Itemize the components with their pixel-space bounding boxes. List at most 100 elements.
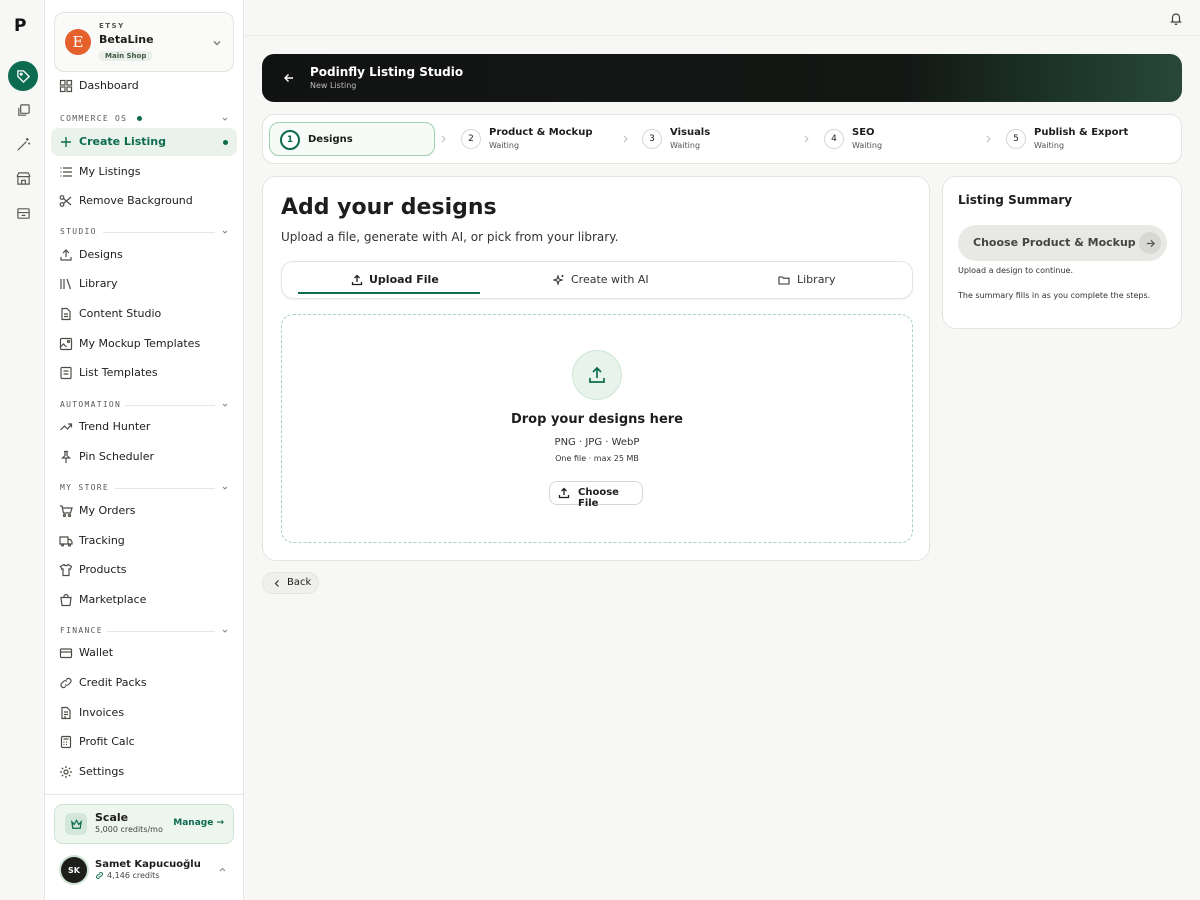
truck-icon [59, 536, 73, 547]
step-label: Designs [308, 134, 353, 145]
magic-wand-icon[interactable] [8, 129, 38, 159]
studio-banner: Podinfly Listing Studio New Listing [262, 54, 1182, 102]
sidebar-item-designs[interactable]: Designs [51, 241, 237, 269]
shop-switcher[interactable]: E ETSY BetaLine Main Shop [54, 12, 234, 72]
sidebar-item-label: List Templates [79, 366, 158, 379]
sidebar-item-my-orders[interactable]: My Orders [51, 497, 237, 525]
tab-label: Upload File [369, 273, 439, 286]
sidebar-item-library[interactable]: Library [51, 270, 237, 298]
choose-product-mockup-button[interactable]: Choose Product & Mockup [958, 225, 1167, 261]
store-icon[interactable] [8, 163, 38, 193]
drop-formats: PNG · JPG · WebP [554, 437, 640, 448]
sidebar-item-settings[interactable]: Settings [51, 758, 237, 786]
sidebar-item-label: Wallet [79, 646, 114, 659]
tab-library[interactable]: Library [702, 262, 892, 298]
sidebar-item-list-templates[interactable]: List Templates [51, 359, 237, 387]
archive-icon[interactable] [8, 198, 38, 228]
tab-create-with-ai[interactable]: Create with AI [500, 262, 690, 298]
step-status: Waiting [1034, 141, 1065, 150]
page-subtitle: New Listing [310, 81, 357, 90]
sidebar-item-invoices[interactable]: Invoices [51, 699, 237, 727]
step-number: 1 [280, 130, 300, 150]
plus-icon [61, 137, 71, 147]
crown-icon [65, 813, 87, 835]
divider [103, 232, 215, 233]
manage-plan-link[interactable]: Manage → [173, 818, 224, 828]
plan-credits: 5,000 credits/mo [95, 825, 163, 834]
gear-icon [60, 766, 72, 778]
section-automation[interactable]: AUTOMATION [60, 400, 121, 409]
upload-icon [572, 350, 622, 400]
sidebar-item-my-listings[interactable]: My Listings [51, 158, 237, 186]
sidebar-item-remove-background[interactable]: Remove Background [51, 187, 237, 215]
sidebar-item-label: Library [79, 277, 118, 290]
sidebar-item-label: My Mockup Templates [79, 337, 201, 350]
step-designs[interactable]: 1 Designs [269, 122, 435, 156]
arrow-left-icon[interactable] [282, 71, 296, 85]
drop-limit: One file · max 25 MB [555, 454, 639, 463]
chevron-right-icon [804, 135, 809, 143]
step-product-mockup[interactable]: 2 Product & Mockup Waiting [451, 122, 611, 156]
shop-platform: ETSY [99, 22, 125, 30]
listing-summary: Listing Summary Choose Product & Mockup … [942, 176, 1182, 329]
chevron-right-icon [623, 135, 628, 143]
sidebar-item-marketplace[interactable]: Marketplace [51, 586, 237, 614]
step-status: Waiting [670, 141, 701, 150]
tab-label: Create with AI [571, 273, 649, 286]
section-finance[interactable]: FINANCE [60, 626, 103, 635]
section-my-store[interactable]: MY STORE [60, 483, 109, 492]
image-edit-icon [59, 337, 73, 351]
sidebar-item-wallet[interactable]: Wallet [51, 639, 237, 667]
sidebar-item-create-listing[interactable]: Create Listing [51, 128, 237, 156]
plan-card: Scale 5,000 credits/mo Manage → [54, 804, 234, 844]
sidebar-item-dashboard[interactable]: Dashboard [51, 72, 237, 100]
divider [125, 405, 215, 406]
sidebar-item-label: Tracking [79, 534, 125, 547]
sidebar-item-label: Remove Background [79, 194, 193, 207]
tab-upload-file[interactable]: Upload File [292, 262, 482, 298]
shopping-bag-icon [60, 593, 72, 607]
layers-icon[interactable] [8, 95, 38, 125]
app-logo[interactable]: P [14, 16, 26, 36]
section-studio[interactable]: STUDIO [60, 227, 97, 236]
arrow-right-icon [1139, 232, 1161, 254]
bell-icon[interactable] [1169, 11, 1183, 25]
chevron-down-icon[interactable] [221, 228, 229, 236]
sidebar-item-tracking[interactable]: Tracking [51, 527, 237, 555]
shop-badge: Main Shop [99, 51, 153, 61]
sidebar-item-products[interactable]: Products [51, 556, 237, 584]
upload-icon [60, 249, 72, 261]
sidebar-item-content-studio[interactable]: Content Studio [51, 300, 237, 328]
button-label: Choose File [578, 487, 619, 509]
avatar: SK [61, 857, 87, 883]
page-title: Podinfly Listing Studio [310, 65, 464, 79]
sidebar-item-credit-packs[interactable]: Credit Packs [51, 669, 237, 697]
step-seo[interactable]: 4 SEO Waiting [814, 122, 974, 156]
wallet-icon [59, 648, 73, 659]
chevron-down-icon[interactable] [221, 484, 229, 492]
sidebar-item-pin-scheduler[interactable]: Pin Scheduler [51, 443, 237, 471]
library-icon [60, 278, 72, 290]
drop-zone[interactable]: Drop your designs here PNG · JPG · WebP … [281, 314, 913, 543]
chevron-right-icon [986, 135, 991, 143]
sidebar-item-label: Marketplace [79, 593, 147, 606]
step-publish-export[interactable]: 5 Publish & Export Waiting [996, 122, 1166, 156]
calculator-icon [60, 735, 72, 749]
sidebar-item-my-mockup-templates[interactable]: My Mockup Templates [51, 330, 237, 358]
sidebar-item-trend-hunter[interactable]: Trend Hunter [51, 413, 237, 441]
user-menu[interactable]: SK Samet Kapucuoğlu 4,146 credits [54, 852, 234, 888]
sidebar-item-label: Trend Hunter [79, 420, 151, 433]
step-number: 2 [461, 129, 481, 149]
chevron-down-icon[interactable] [221, 627, 229, 635]
sparkles-icon [553, 274, 564, 286]
step-visuals[interactable]: 3 Visuals Waiting [632, 122, 792, 156]
section-commerce-os[interactable]: COMMERCE OS [60, 114, 143, 123]
sidebar-item-profit-calc[interactable]: Profit Calc [51, 728, 237, 756]
chevron-down-icon[interactable] [221, 401, 229, 409]
grid-icon [59, 79, 73, 93]
choose-file-button[interactable]: Choose File [549, 481, 643, 509]
chevron-down-icon[interactable] [221, 115, 229, 123]
back-button[interactable]: Back [262, 572, 319, 594]
tag-icon[interactable] [8, 61, 38, 91]
link-icon [60, 677, 72, 689]
